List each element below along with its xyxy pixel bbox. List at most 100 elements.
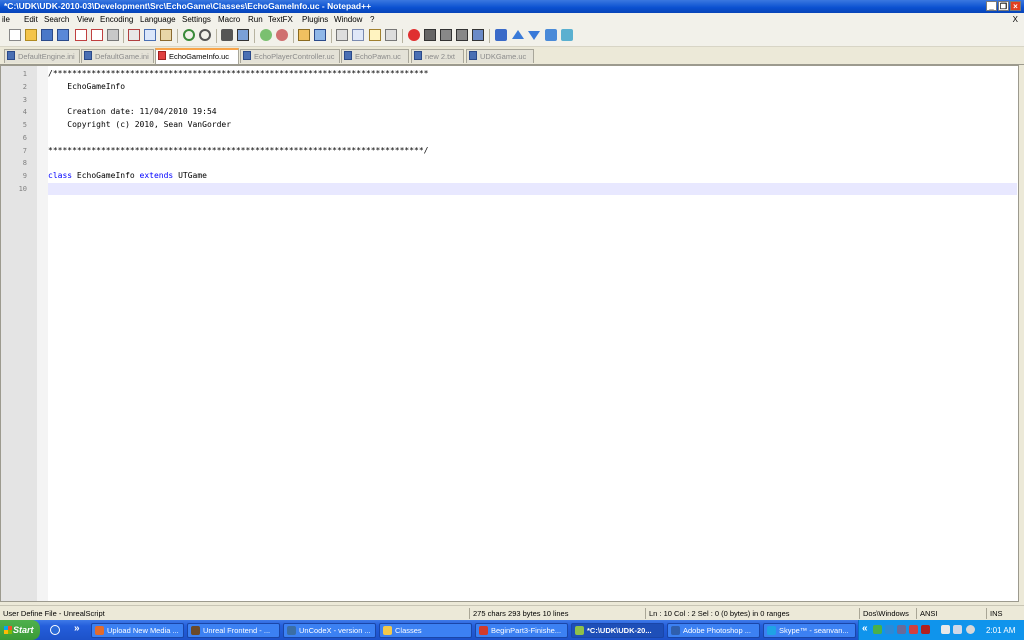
quick-launch-more[interactable]: » bbox=[74, 623, 80, 634]
play-macro-icon[interactable] bbox=[440, 29, 452, 41]
fold-margin[interactable] bbox=[37, 66, 48, 601]
task-upload-new-media[interactable]: Upload New Media ... bbox=[91, 623, 184, 638]
sync-horizontal-icon[interactable] bbox=[314, 29, 326, 41]
paste-icon[interactable] bbox=[160, 29, 172, 41]
save-all-icon[interactable] bbox=[57, 29, 69, 41]
menu-file[interactable]: ile bbox=[2, 15, 10, 24]
new-file-icon[interactable] bbox=[9, 29, 21, 41]
tray-utility-icon[interactable] bbox=[897, 625, 906, 634]
user-language-icon[interactable] bbox=[385, 29, 397, 41]
line-number: 5 bbox=[22, 121, 27, 129]
toolbar-separator bbox=[489, 29, 490, 43]
zoom-out-icon[interactable] bbox=[276, 29, 288, 41]
task-uncodex[interactable]: UnCodeX - version ... bbox=[283, 623, 376, 638]
indent-guide-icon[interactable] bbox=[369, 29, 381, 41]
tray-expand-button[interactable]: « bbox=[862, 623, 868, 634]
current-line-highlight bbox=[48, 183, 1017, 195]
menu-bar: ile Edit Search View Encoding Language S… bbox=[0, 13, 1024, 26]
tray-network-icon[interactable] bbox=[873, 625, 882, 634]
save-macro-icon[interactable] bbox=[472, 29, 484, 41]
tab-label: DefaultEngine.ini bbox=[18, 52, 75, 61]
menu-window[interactable]: Window bbox=[334, 15, 362, 24]
task-beginpart3[interactable]: BeginPart3-Finishe... bbox=[475, 623, 568, 638]
close-all-icon[interactable] bbox=[91, 29, 103, 41]
title-bar[interactable]: *C:\UDK\UDK-2010-03\Development\Src\Echo… bbox=[0, 0, 1024, 13]
menu-view[interactable]: View bbox=[77, 15, 94, 24]
menu-language[interactable]: Language bbox=[140, 15, 176, 24]
tab-new-2-txt[interactable]: new 2.txt bbox=[411, 49, 464, 63]
tab-echoplayercontroller-uc[interactable]: EchoPlayerController.uc bbox=[240, 49, 340, 63]
task-label: Upload New Media ... bbox=[107, 626, 179, 635]
menu-help[interactable]: ? bbox=[370, 15, 374, 24]
skype-icon bbox=[767, 626, 776, 635]
spell-check-icon[interactable] bbox=[561, 29, 573, 41]
window-title: *C:\UDK\UDK-2010-03\Development\Src\Echo… bbox=[4, 1, 372, 11]
tray-volume-icon[interactable] bbox=[966, 625, 975, 634]
find-icon[interactable] bbox=[221, 29, 233, 41]
tray-security-icon[interactable] bbox=[909, 625, 918, 634]
undo-icon[interactable] bbox=[183, 29, 195, 41]
replace-icon[interactable] bbox=[237, 29, 249, 41]
save-icon[interactable] bbox=[41, 29, 53, 41]
menu-macro[interactable]: Macro bbox=[218, 15, 240, 24]
copy-icon[interactable] bbox=[144, 29, 156, 41]
close-button[interactable]: × bbox=[1010, 1, 1021, 11]
folder-icon bbox=[383, 626, 392, 635]
tab-echogameinfo-uc[interactable]: EchoGameInfo.uc bbox=[155, 48, 239, 64]
record-macro-icon[interactable] bbox=[408, 29, 420, 41]
run-macro-multiple-icon[interactable] bbox=[456, 29, 468, 41]
menu-run[interactable]: Run bbox=[248, 15, 263, 24]
tab-defaultgame-ini[interactable]: DefaultGame.ini bbox=[81, 49, 154, 63]
line-number: 8 bbox=[22, 159, 27, 167]
file-icon bbox=[469, 51, 477, 60]
move-up-icon[interactable] bbox=[512, 30, 524, 39]
redo-icon[interactable] bbox=[199, 29, 211, 41]
task-notepad-plus-plus[interactable]: *C:\UDK\UDK-20... bbox=[571, 623, 664, 638]
task-skype[interactable]: Skype™ - seanvan... bbox=[763, 623, 856, 638]
status-encoding: ANSI bbox=[917, 608, 987, 619]
tray-display-icon[interactable] bbox=[941, 625, 950, 634]
print-icon[interactable] bbox=[107, 29, 119, 41]
close-file-icon[interactable] bbox=[75, 29, 87, 41]
minimize-button[interactable]: _ bbox=[986, 1, 997, 11]
code-line-1: /***************************************… bbox=[48, 69, 429, 78]
toolbar-separator bbox=[177, 29, 178, 43]
tray-adobe-icon[interactable] bbox=[921, 625, 930, 634]
task-classes-folder[interactable]: Classes bbox=[379, 623, 472, 638]
menu-textfx[interactable]: TextFX bbox=[268, 15, 293, 24]
task-unreal-frontend[interactable]: Unreal Frontend - ... bbox=[187, 623, 280, 638]
open-folder-icon[interactable] bbox=[25, 29, 37, 41]
move-down-icon[interactable] bbox=[528, 31, 540, 40]
sync-vertical-icon[interactable] bbox=[298, 29, 310, 41]
trim-icon[interactable] bbox=[495, 29, 507, 41]
menu-edit[interactable]: Edit bbox=[24, 15, 38, 24]
vertical-scrollbar[interactable] bbox=[1019, 65, 1024, 602]
unsaved-file-icon bbox=[158, 51, 166, 60]
menu-encoding[interactable]: Encoding bbox=[100, 15, 133, 24]
menu-plugins[interactable]: Plugins bbox=[302, 15, 328, 24]
zoom-in-icon[interactable] bbox=[260, 29, 272, 41]
menu-search[interactable]: Search bbox=[44, 15, 69, 24]
sort-icon[interactable] bbox=[545, 29, 557, 41]
task-label: BeginPart3-Finishe... bbox=[491, 626, 562, 635]
clock[interactable]: 2:01 AM bbox=[986, 626, 1015, 635]
menu-settings[interactable]: Settings bbox=[182, 15, 211, 24]
word-wrap-icon[interactable] bbox=[336, 29, 348, 41]
status-cursor-position: Ln : 10 Col : 2 Sel : 0 (0 bytes) in 0 r… bbox=[646, 608, 860, 619]
maximize-button[interactable]: ❐ bbox=[998, 1, 1009, 11]
file-icon bbox=[7, 51, 15, 60]
internet-explorer-icon[interactable] bbox=[50, 625, 60, 635]
file-icon bbox=[84, 51, 92, 60]
tray-skype-icon[interactable] bbox=[885, 625, 894, 634]
tray-device-icon[interactable] bbox=[953, 625, 962, 634]
tab-echopawn-uc[interactable]: EchoPawn.uc bbox=[341, 49, 409, 63]
status-file-type: User Define File - UnrealScript bbox=[0, 608, 470, 619]
close-document-button[interactable]: X bbox=[1013, 15, 1018, 24]
show-all-characters-icon[interactable] bbox=[352, 29, 364, 41]
task-adobe-photoshop[interactable]: Adobe Photoshop ... bbox=[667, 623, 760, 638]
cut-icon[interactable] bbox=[128, 29, 140, 41]
tab-udkgame-uc[interactable]: UDKGame.uc bbox=[466, 49, 534, 63]
tab-defaultengine-ini[interactable]: DefaultEngine.ini bbox=[4, 49, 80, 63]
status-bar: User Define File - UnrealScript 275 char… bbox=[0, 605, 1024, 621]
stop-macro-icon[interactable] bbox=[424, 29, 436, 41]
